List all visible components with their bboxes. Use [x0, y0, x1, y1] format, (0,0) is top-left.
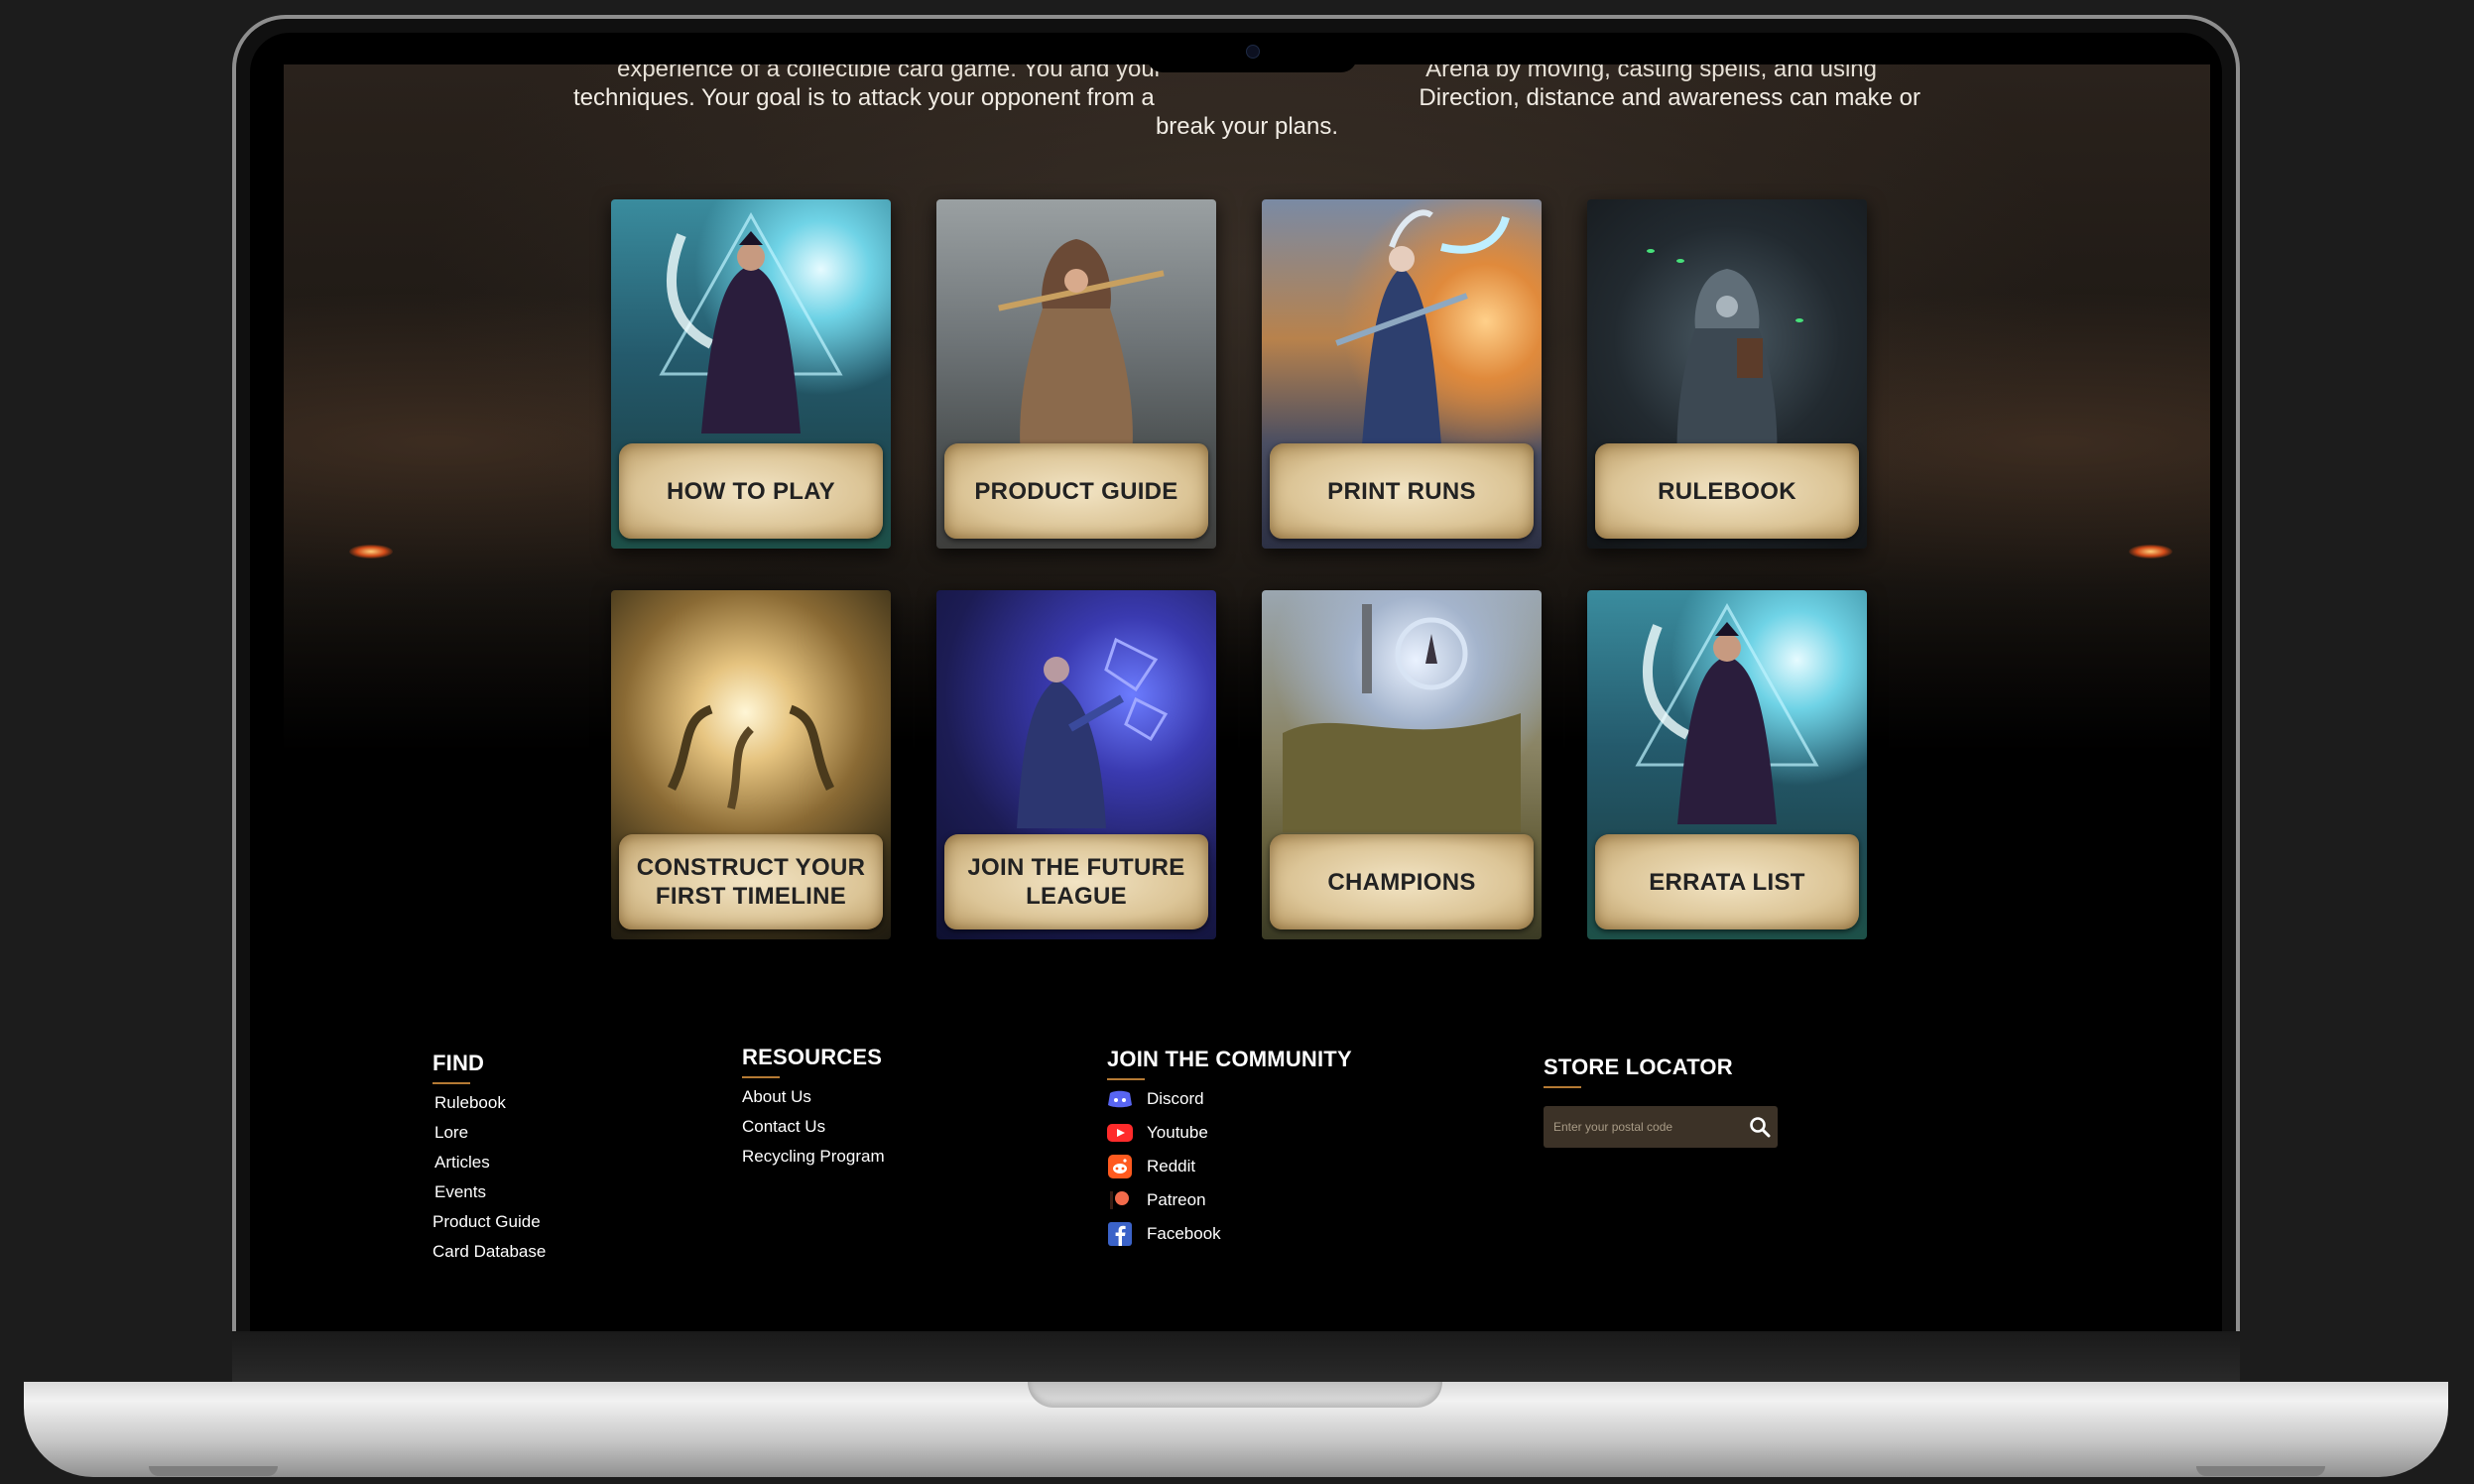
creature-eye — [2129, 545, 2172, 558]
footer-link-events[interactable]: Events — [433, 1177, 546, 1207]
discord-icon — [1107, 1088, 1133, 1110]
card-label-scroll: CHAMPIONS — [1270, 834, 1534, 929]
card-construct-timeline[interactable]: CONSTRUCT YOUR FIRST TIMELINE — [611, 590, 891, 939]
social-link-discord[interactable]: Discord — [1107, 1082, 1352, 1116]
footer-find: FIND Rulebook Lore Articles Events Produ… — [433, 1051, 546, 1267]
footer-store-locator: STORE LOCATOR — [1544, 1054, 1733, 1088]
card-label: HOW TO PLAY — [667, 477, 835, 505]
footer-resources: RESOURCES About Us Contact Us Recycling … — [742, 1045, 885, 1172]
laptop-base-edge — [232, 1331, 2240, 1383]
card-label: CONSTRUCT YOUR FIRST TIMELINE — [636, 854, 866, 910]
card-errata-list[interactable]: ERRATA LIST — [1587, 590, 1867, 939]
card-join-league[interactable]: JOIN THE FUTURE LEAGUE — [936, 590, 1216, 939]
footer-find-title: FIND — [433, 1051, 485, 1075]
social-link-patreon[interactable]: Patreon — [1107, 1183, 1352, 1217]
intro-text: experience of a collectible card game. Y… — [571, 64, 1922, 141]
card-label: RULEBOOK — [1658, 477, 1796, 505]
card-label: ERRATA LIST — [1649, 868, 1805, 896]
footer-link-lore[interactable]: Lore — [433, 1118, 546, 1148]
card-print-runs[interactable]: PRINT RUNS — [1262, 199, 1542, 549]
social-label: Discord — [1147, 1089, 1204, 1108]
laptop-lid: experience of a collectible card game. Y… — [232, 15, 2240, 1399]
postal-code-input[interactable] — [1551, 1119, 1744, 1135]
card-label: PRINT RUNS — [1327, 477, 1476, 505]
laptop-hinge-notch — [1028, 1382, 1442, 1408]
laptop-foot — [2196, 1466, 2325, 1476]
card-product-guide[interactable]: PRODUCT GUIDE — [936, 199, 1216, 549]
card-label-scroll: HOW TO PLAY — [619, 443, 883, 539]
hero-background — [284, 64, 2210, 752]
footer-link-contact-us[interactable]: Contact Us — [742, 1112, 885, 1142]
footer-link-product-guide[interactable]: Product Guide — [433, 1207, 546, 1237]
reddit-icon — [1107, 1155, 1133, 1178]
footer-link-recycling-program[interactable]: Recycling Program — [742, 1142, 885, 1172]
screen: experience of a collectible card game. Y… — [284, 64, 2210, 1344]
card-label-scroll: CONSTRUCT YOUR FIRST TIMELINE — [619, 834, 883, 929]
card-label-scroll: ERRATA LIST — [1595, 834, 1859, 929]
card-label-scroll: PRODUCT GUIDE — [944, 443, 1208, 539]
camera-notch — [1147, 33, 1357, 72]
social-link-facebook[interactable]: Facebook — [1107, 1217, 1352, 1251]
footer-store-title: STORE LOCATOR — [1544, 1054, 1733, 1079]
card-label: CHAMPIONS — [1327, 868, 1476, 896]
title-underline — [1107, 1078, 1145, 1080]
camera-icon — [1246, 45, 1260, 59]
card-champions[interactable]: CHAMPIONS — [1262, 590, 1542, 939]
social-label: Patreon — [1147, 1190, 1206, 1209]
social-label: Reddit — [1147, 1157, 1196, 1175]
footer-community: JOIN THE COMMUNITY Discord Youtube Reddi… — [1107, 1047, 1352, 1251]
footer-link-articles[interactable]: Articles — [433, 1148, 546, 1177]
card-label: JOIN THE FUTURE LEAGUE — [967, 854, 1185, 910]
social-link-reddit[interactable]: Reddit — [1107, 1150, 1352, 1183]
social-label: Youtube — [1147, 1123, 1208, 1142]
footer-resources-title: RESOURCES — [742, 1045, 883, 1069]
store-locator-box — [1544, 1106, 1778, 1148]
card-label-scroll: RULEBOOK — [1595, 443, 1859, 539]
laptop-foot — [149, 1466, 278, 1476]
facebook-icon — [1107, 1222, 1133, 1246]
card-rulebook[interactable]: RULEBOOK — [1587, 199, 1867, 549]
card-how-to-play[interactable]: HOW TO PLAY — [611, 199, 891, 549]
intro-line: break your plans. — [1155, 113, 1339, 140]
social-link-youtube[interactable]: Youtube — [1107, 1116, 1352, 1150]
creature-eye — [349, 545, 393, 558]
search-icon[interactable] — [1748, 1115, 1772, 1139]
card-label-scroll: PRINT RUNS — [1270, 443, 1534, 539]
footer-link-rulebook[interactable]: Rulebook — [433, 1088, 546, 1118]
title-underline — [433, 1082, 470, 1084]
social-label: Facebook — [1147, 1224, 1221, 1243]
footer-community-title: JOIN THE COMMUNITY — [1107, 1047, 1352, 1071]
footer-link-card-database[interactable]: Card Database — [433, 1237, 546, 1267]
patreon-icon — [1107, 1189, 1133, 1211]
card-label-scroll: JOIN THE FUTURE LEAGUE — [944, 834, 1208, 929]
footer-link-about-us[interactable]: About Us — [742, 1082, 885, 1112]
title-underline — [1544, 1086, 1581, 1088]
title-underline — [742, 1076, 780, 1078]
intro-line: techniques. Your goal is to attack your … — [572, 84, 1921, 111]
card-label: PRODUCT GUIDE — [974, 477, 1178, 505]
laptop-bezel: experience of a collectible card game. Y… — [250, 33, 2222, 1395]
youtube-icon — [1107, 1122, 1133, 1144]
